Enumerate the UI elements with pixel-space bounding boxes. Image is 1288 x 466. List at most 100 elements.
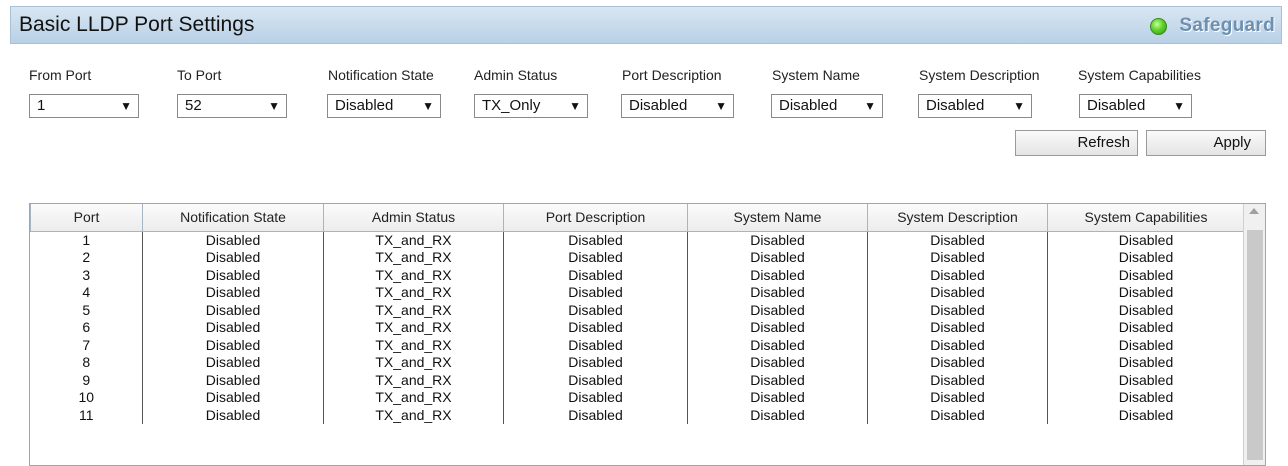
- table-cell: TX_and_RX: [323, 353, 504, 371]
- table-row: 8 Disabled TX_and_RX Disabled Disabled Disabl…: [30, 353, 1245, 371]
- to-port-label: To Port: [177, 67, 222, 83]
- refresh-button[interactable]: Refresh: [1015, 130, 1138, 156]
- table-row: 7 Disabled TX_and_RX Disabled Disabled Disabl…: [30, 336, 1245, 354]
- table-cell: Disabled: [142, 231, 324, 249]
- table-row: 3 Disabled TX_and_RX Disabled Disabled Disabl…: [30, 266, 1245, 284]
- port-settings-table: Port Notification State Admin Status Port D…: [29, 203, 1266, 466]
- table-row: 2 Disabled TX_and_RX Disabled Disabled Disabl…: [30, 248, 1245, 266]
- table-cell: Disabled: [1047, 266, 1245, 284]
- column-header: Port: [30, 204, 143, 232]
- table-cell: Disabled: [687, 231, 868, 249]
- column-header: System Description: [867, 204, 1048, 232]
- system-description-label: System Description: [919, 67, 1040, 83]
- column-header: Notification State: [142, 204, 324, 232]
- table-cell: Disabled: [142, 301, 324, 319]
- table-cell: Disabled: [142, 318, 324, 336]
- scroll-thumb[interactable]: [1247, 230, 1263, 460]
- table-cell: Disabled: [687, 283, 868, 301]
- table-cell: Disabled: [503, 231, 688, 249]
- table-cell: Disabled: [1047, 406, 1245, 424]
- column-header: Port Description: [503, 204, 688, 232]
- safeguard-indicator: Safeguard: [1150, 15, 1275, 37]
- table-cell: Disabled: [1047, 283, 1245, 301]
- table-cell: TX_and_RX: [323, 388, 504, 406]
- table-cell: TX_and_RX: [323, 266, 504, 284]
- port-description-label: Port Description: [622, 67, 722, 83]
- table-cell: Disabled: [1047, 388, 1245, 406]
- table-cell: Disabled: [503, 301, 688, 319]
- port-description-value: Disabled: [629, 97, 688, 114]
- table-cell: Disabled: [142, 371, 324, 389]
- table-cell: Disabled: [142, 266, 324, 284]
- table-cell: TX_and_RX: [323, 371, 504, 389]
- system-capabilities-select[interactable]: Disabled ▼: [1079, 94, 1192, 118]
- table-cell: Disabled: [687, 301, 868, 319]
- table-row: 4 Disabled TX_and_RX Disabled Disabled Disabl…: [30, 283, 1245, 301]
- table-cell: Disabled: [867, 283, 1048, 301]
- table-cell: 2: [30, 248, 143, 266]
- system-description-value: Disabled: [926, 97, 985, 114]
- admin-status-label: Admin Status: [474, 67, 558, 83]
- table-cell: Disabled: [503, 388, 688, 406]
- table-cell: Disabled: [1047, 318, 1245, 336]
- table-cell: Disabled: [503, 248, 688, 266]
- safeguard-label: Safeguard: [1179, 15, 1275, 36]
- table-cell: Disabled: [142, 388, 324, 406]
- table-cell: TX_and_RX: [323, 248, 504, 266]
- table-cell: Disabled: [1047, 353, 1245, 371]
- dropdown-arrow-icon: ▼: [569, 99, 581, 113]
- port-description-select[interactable]: Disabled ▼: [621, 94, 734, 118]
- table-cell: Disabled: [503, 371, 688, 389]
- admin-status-select[interactable]: TX_Only ▼: [474, 94, 588, 118]
- table-cell: Disabled: [867, 371, 1048, 389]
- dropdown-arrow-icon: ▼: [120, 99, 132, 113]
- table-cell: Disabled: [867, 248, 1048, 266]
- table-cell: TX_and_RX: [323, 406, 504, 424]
- table-row: 6 Disabled TX_and_RX Disabled Disabled Disabl…: [30, 318, 1245, 336]
- dropdown-arrow-icon: ▼: [422, 99, 434, 113]
- table-cell: Disabled: [503, 336, 688, 354]
- table-header-row: Port Notification State Admin Status Port D…: [30, 204, 1245, 232]
- table-cell: Disabled: [1047, 336, 1245, 354]
- apply-button[interactable]: Apply: [1146, 130, 1266, 156]
- table-cell: TX_and_RX: [323, 301, 504, 319]
- system-capabilities-label: System Capabilities: [1078, 67, 1201, 83]
- system-description-select[interactable]: Disabled ▼: [918, 94, 1032, 118]
- to-port-value: 52: [185, 97, 202, 114]
- safeguard-led-icon: [1150, 17, 1168, 35]
- dropdown-arrow-icon: ▼: [1173, 99, 1185, 113]
- notification-state-select[interactable]: Disabled ▼: [327, 94, 441, 118]
- table-cell: 3: [30, 266, 143, 284]
- table-cell: TX_and_RX: [323, 231, 504, 249]
- table-cell: Disabled: [142, 353, 324, 371]
- table-row: 10 Disabled TX_and_RX Disabled Disabled Disab…: [30, 388, 1245, 406]
- table-row: 11 Disabled TX_and_RX Disabled Disabled Disab…: [30, 406, 1245, 424]
- table-cell: Disabled: [503, 353, 688, 371]
- table-scrollbar[interactable]: [1243, 204, 1265, 465]
- system-name-select[interactable]: Disabled ▼: [771, 94, 883, 118]
- table-cell: 7: [30, 336, 143, 354]
- from-port-value: 1: [37, 97, 46, 114]
- table-cell: Disabled: [1047, 248, 1245, 266]
- table-cell: Disabled: [687, 266, 868, 284]
- table-cell: Disabled: [687, 248, 868, 266]
- table-cell: Disabled: [687, 371, 868, 389]
- table-cell: Disabled: [142, 248, 324, 266]
- table-cell: Disabled: [687, 388, 868, 406]
- table-cell: Disabled: [687, 406, 868, 424]
- from-port-select[interactable]: 1 ▼: [29, 94, 139, 118]
- dropdown-arrow-icon: ▼: [268, 99, 280, 113]
- dropdown-arrow-icon: ▼: [715, 99, 727, 113]
- table-cell: 4: [30, 283, 143, 301]
- scroll-up-arrow-icon[interactable]: [1249, 208, 1259, 214]
- from-port-label: From Port: [29, 67, 92, 83]
- table-cell: Disabled: [1047, 231, 1245, 249]
- table-cell: Disabled: [142, 406, 324, 424]
- table-cell: Disabled: [867, 301, 1048, 319]
- to-port-select[interactable]: 52 ▼: [177, 94, 287, 118]
- table-cell: 11: [30, 406, 143, 424]
- table-cell: TX_and_RX: [323, 318, 504, 336]
- page-header: Basic LLDP Port Settings Safeguard: [10, 6, 1282, 44]
- notification-state-value: Disabled: [335, 97, 394, 114]
- system-name-label: System Name: [772, 67, 860, 83]
